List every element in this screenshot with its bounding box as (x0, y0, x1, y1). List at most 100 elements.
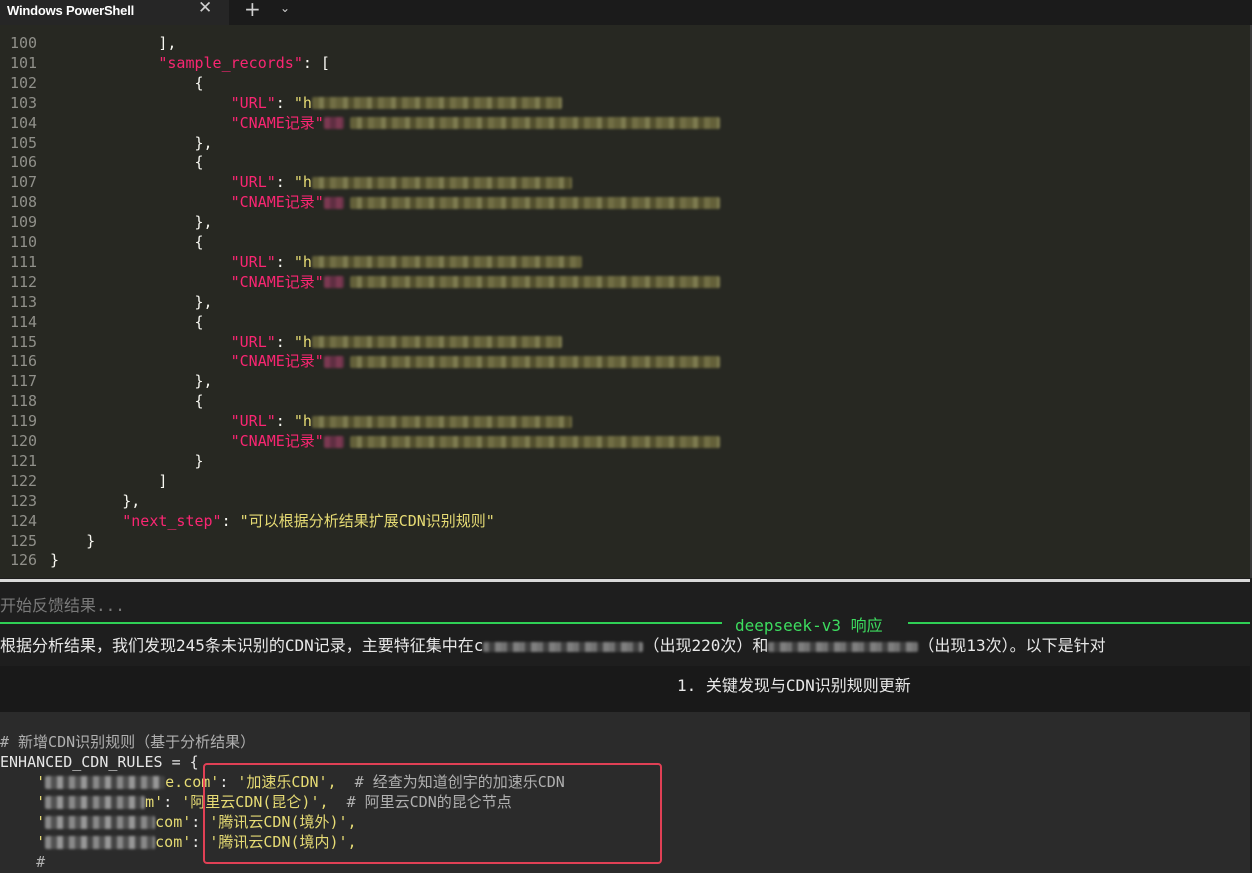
redacted-value (311, 336, 562, 348)
code-line: 124 "next_step": "可以根据分析结果扩展CDN识别规则" (0, 511, 1250, 531)
code-text: { (50, 153, 204, 172)
redacted-value (349, 355, 720, 368)
redacted-value (323, 355, 344, 368)
line-number: 106 (10, 153, 38, 172)
redacted-value (323, 196, 344, 209)
title-bar: Windows PowerShell ✕ + ⌄ (0, 0, 1252, 25)
code-text: "CNAME记录" (50, 272, 720, 292)
code-text: "CNAME记录" (50, 351, 720, 371)
line-number: 116 (10, 352, 38, 371)
redacted-value (323, 276, 344, 289)
line-number: 101 (10, 53, 38, 72)
line-number: 120 (10, 432, 38, 450)
line-number: 115 (10, 332, 38, 351)
terminal-output-json[interactable]: 100 ], 101 "sample_records": [102 {103 "U… (0, 25, 1250, 578)
code-line: 100 ], (0, 33, 1250, 53)
redacted-domain (483, 641, 644, 652)
redacted-value (323, 117, 344, 130)
line-number: 111 (10, 252, 38, 271)
highlight-annotation (203, 763, 662, 864)
redacted-value (349, 276, 720, 289)
heading-strip (0, 666, 1250, 712)
code-line: 118 { (0, 391, 1250, 411)
line-number: 122 (10, 471, 38, 490)
code-text: { (50, 73, 204, 92)
code-text: } (50, 451, 204, 470)
line-number: 124 (10, 511, 38, 530)
code-line: 115 "URL": "h (0, 332, 1250, 352)
line-number: 126 (10, 551, 38, 570)
code-text: }, (50, 372, 213, 391)
code-text: "URL": "h (50, 172, 572, 192)
code-text: "CNAME记录" (50, 431, 720, 451)
code-text: "next_step": "可以根据分析结果扩展CDN识别规则" (122, 511, 495, 530)
code-text: ], (50, 34, 177, 52)
rule-left (0, 622, 722, 624)
rule-right (908, 622, 1250, 624)
line-number: 103 (10, 93, 38, 112)
code-text: }, (50, 213, 213, 232)
plus-icon[interactable]: + (244, 0, 261, 19)
code-comment: # 新增CDN识别规则（基于分析结果） (0, 733, 256, 751)
code-line: 116 "CNAME记录" (0, 351, 1250, 371)
code-text: } (50, 551, 60, 570)
code-text: { (50, 233, 204, 251)
line-number: 119 (10, 412, 38, 431)
line-number: 110 (10, 233, 38, 251)
redacted-value (323, 435, 344, 448)
line-number: 114 (10, 312, 38, 331)
code-text: "CNAME记录" (50, 113, 720, 133)
line-number: 100 (10, 34, 38, 52)
code-line: 102 { (0, 73, 1250, 93)
chevron-down-icon[interactable]: ⌄ (280, 1, 290, 15)
line-number: 118 (10, 392, 38, 411)
redacted-value (311, 176, 572, 189)
code-text: }, (50, 292, 213, 311)
redacted-value (349, 435, 720, 448)
code-line: 106 { (0, 152, 1250, 172)
response-text-a: 根据分析结果，我们发现245条未识别的CDN记录，主要特征集中在c (0, 636, 484, 655)
code-line: 125 } (0, 531, 1250, 551)
line-number: 102 (10, 73, 38, 92)
close-icon[interactable]: ✕ (198, 0, 212, 17)
code-line: 122 ] (0, 471, 1250, 491)
redacted-domain (45, 776, 166, 789)
redacted-domain (45, 796, 146, 809)
code-line: 119 "URL": "h (0, 411, 1250, 431)
redacted-domain (768, 641, 919, 652)
redacted-domain (45, 836, 156, 849)
code-text: { (50, 392, 204, 411)
code-line: 111 "URL": "h (0, 252, 1250, 272)
redacted-value (349, 117, 720, 130)
code-text: "URL": "h (50, 93, 562, 113)
code-text: }, (50, 133, 213, 152)
code-text: "CNAME记录" (50, 192, 720, 212)
line-number: 125 (10, 531, 38, 550)
redacted-value (311, 97, 562, 110)
code-line: 109 }, (0, 212, 1250, 232)
line-number: 117 (10, 372, 38, 391)
response-text-c: （出现13次）。以下是针对 (918, 636, 1106, 655)
code-line: 114 { (0, 312, 1250, 332)
line-number: 123 (10, 491, 38, 510)
status-text: 开始反馈结果... (0, 596, 125, 615)
line-number: 108 (10, 193, 38, 212)
code-line: 107 "URL": "h (0, 172, 1250, 192)
code-text: } (50, 531, 96, 550)
code-line: 108 "CNAME记录" (0, 192, 1250, 212)
response-text-b: （出现220次）和 (643, 636, 769, 655)
redacted-value (349, 196, 720, 209)
code-line: 113 }, (0, 292, 1250, 312)
code-line: 105 }, (0, 133, 1250, 153)
tab-powershell[interactable]: Windows PowerShell ✕ (0, 0, 229, 25)
code-text: "sample_records": [ (158, 53, 330, 72)
section-heading: 1. 关键发现与CDN识别规则更新 (677, 676, 911, 695)
code-text: }, (50, 491, 141, 510)
code-trailing: # (0, 853, 46, 871)
code-line: 103 "URL": "h (0, 93, 1250, 113)
code-text: "URL": "h (50, 252, 582, 272)
code-text: ] (50, 471, 168, 490)
tab-title: Windows PowerShell (7, 3, 135, 18)
code-line: 126} (0, 550, 1250, 570)
code-text: "URL": "h (50, 332, 562, 352)
